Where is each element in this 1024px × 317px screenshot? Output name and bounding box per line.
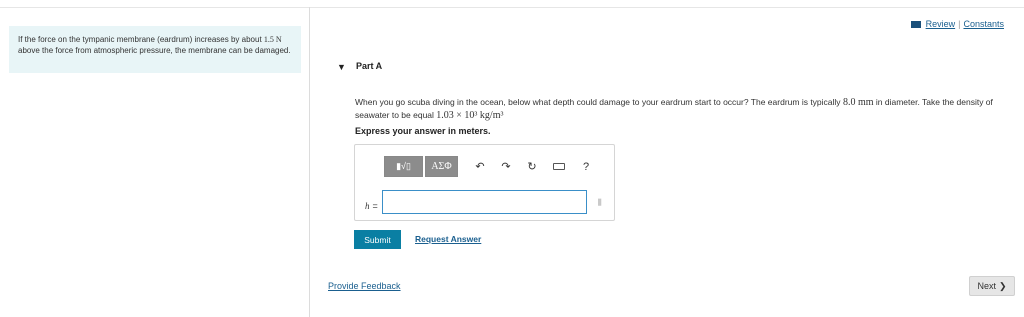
help-icon[interactable]: ?: [578, 159, 594, 175]
question-text-before: When you go scuba diving in the ocean, b…: [355, 97, 841, 107]
keyboard-icon[interactable]: [550, 159, 568, 175]
part-title[interactable]: Part A: [356, 61, 382, 71]
redo-icon[interactable]: ↷: [498, 159, 514, 175]
separator: |: [958, 19, 961, 29]
reset-icon[interactable]: ↻: [524, 159, 540, 175]
book-icon: [910, 20, 921, 28]
intro-force-value: 1.5 N: [263, 35, 282, 44]
constants-link[interactable]: Constants: [963, 19, 1004, 29]
diameter-value: 8.0 mm: [842, 97, 874, 108]
equals-sign: =: [372, 201, 378, 211]
answer-input[interactable]: [382, 190, 587, 214]
answer-variable-label: h =: [365, 201, 378, 211]
collapse-triangle-icon[interactable]: ▼: [337, 62, 346, 72]
answer-instruction: Express your answer in meters.: [355, 126, 491, 136]
units-icon[interactable]: ⫼: [598, 198, 602, 208]
templates-button[interactable]: ▮√▯: [384, 156, 423, 177]
request-answer-link[interactable]: Request Answer: [415, 234, 481, 244]
answer-panel: ▮√▯ ΑΣΦ ↶ ↷ ↻ ? h = ⫼: [354, 144, 615, 221]
intro-text-2: above the force from atmospheric pressur…: [18, 46, 291, 55]
submit-button[interactable]: Submit: [354, 230, 401, 249]
next-button[interactable]: Next ❯: [969, 276, 1015, 296]
chevron-right-icon: ❯: [998, 280, 1007, 291]
next-label: Next: [977, 281, 996, 291]
density-value: 1.03 × 10³ kg/m³: [436, 110, 504, 121]
math-toolbar: ▮√▯ ΑΣΦ ↶ ↷ ↻ ?: [384, 156, 594, 177]
provide-feedback-link[interactable]: Provide Feedback: [328, 281, 401, 291]
variable-symbol: h: [365, 201, 370, 211]
intro-text-1: If the force on the tympanic membrane (e…: [18, 35, 262, 44]
top-divider: [0, 7, 1024, 8]
undo-icon[interactable]: ↶: [472, 159, 488, 175]
review-constants-bar: Review | Constants: [910, 19, 1004, 29]
greek-symbols-button[interactable]: ΑΣΦ: [425, 156, 458, 177]
question-text: When you go scuba diving in the ocean, b…: [355, 96, 1015, 122]
review-link[interactable]: Review: [926, 19, 956, 29]
problem-intro-box: If the force on the tympanic membrane (e…: [9, 26, 301, 73]
column-divider: [309, 7, 310, 317]
